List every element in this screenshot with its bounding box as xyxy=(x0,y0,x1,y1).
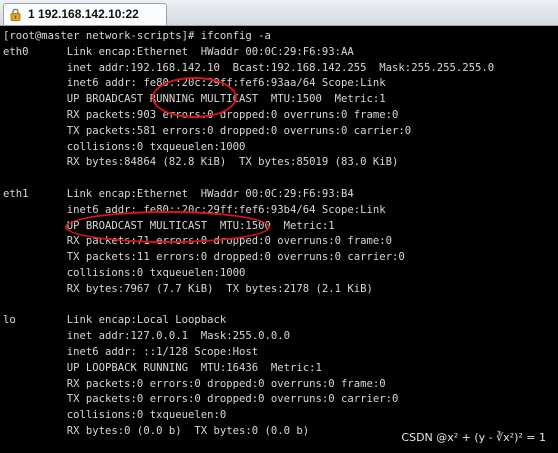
tab-bar: 1 192.168.142.10:22 xyxy=(0,0,558,26)
lock-icon xyxy=(10,8,21,21)
tab-title: 192.168.142.10:22 xyxy=(38,7,139,21)
terminal-line: TX packets:11 errors:0 dropped:0 overrun… xyxy=(3,251,405,264)
terminal-line: UP BROADCAST RUNNING MULTICAST MTU:1500 … xyxy=(3,93,386,106)
terminal-line: RX packets:903 errors:0 dropped:0 overru… xyxy=(3,108,399,121)
terminal-line: eth1 Link encap:Ethernet HWaddr 00:0C:29… xyxy=(3,187,354,200)
terminal-line: UP LOOPBACK RUNNING MTU:16436 Metric:1 xyxy=(3,361,322,374)
terminal-line: RX packets:71 errors:0 dropped:0 overrun… xyxy=(3,235,393,248)
terminal-line: [root@master network-scripts]# ifconfig … xyxy=(3,30,271,42)
terminal-line: inet6 addr: ::1/128 Scope:Host xyxy=(3,345,259,358)
terminal-line: inet6 addr: fe80::20c:29ff:fef6:93aa/64 … xyxy=(3,77,386,90)
terminal-line: UP BROADCAST MULTICAST MTU:1500 Metric:1 xyxy=(3,219,335,232)
terminal-line: TX packets:0 errors:0 dropped:0 overruns… xyxy=(3,393,399,406)
terminal-line: inet6 addr: fe80::20c:29ff:fef6:93b4/64 … xyxy=(3,203,386,216)
terminal-line: collisions:0 txqueuelen:1000 xyxy=(3,266,246,279)
csdn-watermark: CSDN @x² + (y - ∛x²)² = 1 xyxy=(401,431,546,444)
terminal-line: collisions:0 txqueuelen:1000 xyxy=(3,140,246,153)
terminal-line: inet addr:192.168.142.10 Bcast:192.168.1… xyxy=(3,61,495,74)
terminal-line: inet addr:127.0.0.1 Mask:255.0.0.0 xyxy=(3,330,291,343)
tab-index: 1 xyxy=(28,7,35,21)
terminal-line: TX packets:581 errors:0 dropped:0 overru… xyxy=(3,124,412,137)
terminal-line: collisions:0 txqueuelen:0 xyxy=(3,409,227,422)
tab-label: 1 192.168.142.10:22 xyxy=(28,7,139,21)
terminal-output[interactable]: [root@master network-scripts]# ifconfig … xyxy=(3,29,558,453)
terminal-line: lo Link encap:Local Loopback xyxy=(3,314,227,327)
session-tab[interactable]: 1 192.168.142.10:22 xyxy=(3,3,167,25)
terminal-line: eth0 Link encap:Ethernet HWaddr 00:0C:29… xyxy=(3,45,354,58)
terminal-line: RX packets:0 errors:0 dropped:0 overruns… xyxy=(3,377,386,390)
ssh-terminal-window: 1 192.168.142.10:22 [root@master network… xyxy=(0,0,558,453)
terminal-line: RX bytes:84864 (82.8 KiB) TX bytes:85019… xyxy=(3,156,399,169)
terminal-line: RX bytes:7967 (7.7 KiB) TX bytes:2178 (2… xyxy=(3,282,373,295)
